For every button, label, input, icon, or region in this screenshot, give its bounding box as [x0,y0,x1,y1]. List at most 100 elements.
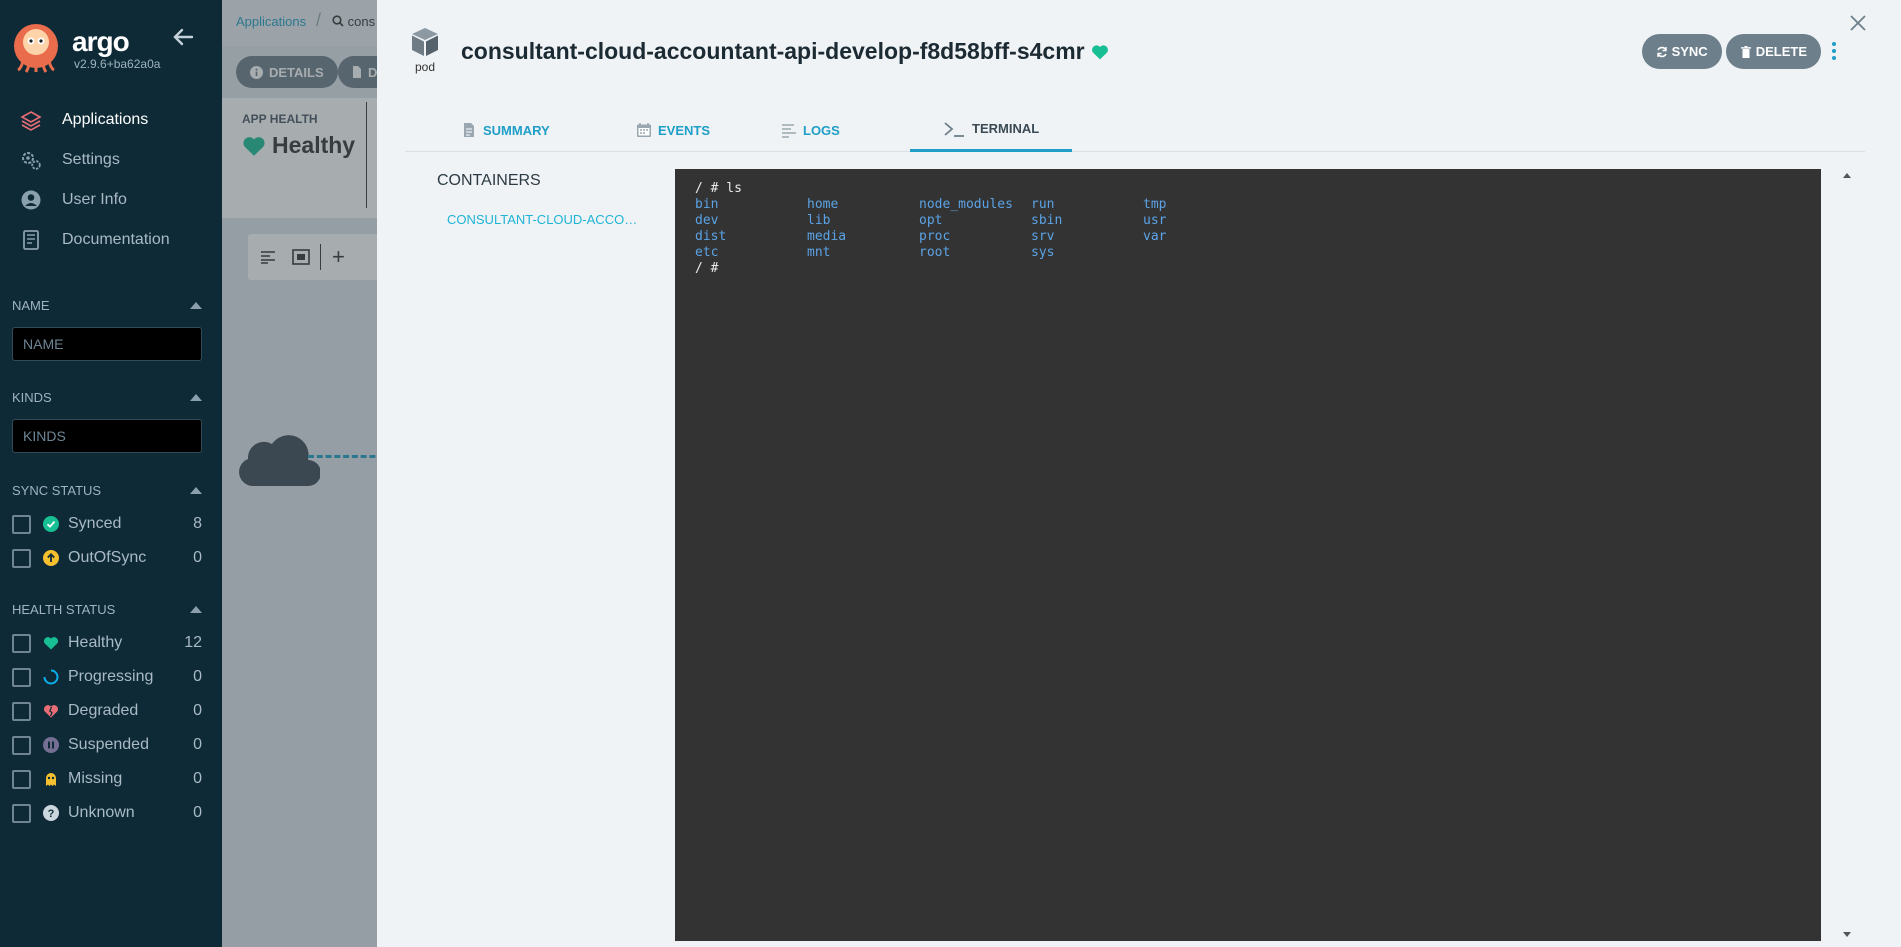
terminal-entry: bin [695,197,719,212]
file-icon [464,123,474,137]
calendar-icon [637,123,651,137]
name-input[interactable] [12,327,202,361]
caret-up-icon[interactable] [190,486,202,494]
sync-status-title: SYNC STATUS [12,482,102,498]
sync-label: SYNC [1671,44,1708,59]
sync-status-filter: SYNC STATUS Synced 8 OutOfSync 0 [12,481,202,575]
checkbox[interactable] [12,803,31,823]
sidebar-item-user-info[interactable]: User Info [0,180,222,220]
scroll-down-icon[interactable] [1843,932,1851,937]
sidebar-item-applications[interactable]: Applications [0,100,222,140]
sidebar-item-label: Documentation [62,231,170,248]
terminal-entry: node_modules [919,197,1013,212]
filter-option-degraded[interactable]: Degraded 0 [12,694,202,728]
resource-details-panel: pod consultant-cloud-accountant-api-deve… [377,0,1901,947]
kinds-filter-title: KINDS [12,389,52,405]
caret-up-icon[interactable] [190,605,202,613]
filter-option-label: OutOfSync [68,549,147,566]
caret-up-icon[interactable] [190,393,202,401]
tab-label: EVENTS [658,122,711,138]
terminal-scrollbar[interactable] [1841,169,1853,941]
filter-option-outofsync[interactable]: OutOfSync 0 [12,541,202,575]
more-options-icon[interactable] [1831,42,1837,62]
filter-option-label: Unknown [68,804,135,821]
tab-terminal[interactable]: TERMINAL [910,108,1072,152]
tab-logs[interactable]: LOGS [781,108,840,152]
question-circle-icon: ? [43,805,59,821]
terminal-entry: usr [1143,213,1167,228]
tab-label: LOGS [803,122,840,138]
container-link[interactable]: CONSULTANT-CLOUD-ACCOUNTANT-API [447,212,639,227]
pause-circle-icon [43,737,59,753]
sync-button[interactable]: SYNC [1641,34,1722,69]
filter-option-count: 0 [193,736,202,753]
resource-tabs: SUMMARY EVENTS LOGS TERMINAL [405,108,1865,152]
resource-name: consultant-cloud-accountant-api-develop-… [461,38,1085,64]
trash-icon [1740,45,1751,58]
scroll-up-icon[interactable] [1843,173,1851,178]
sidebar-item-settings[interactable]: Settings [0,140,222,180]
filter-option-label: Degraded [68,702,139,719]
checkbox[interactable] [12,701,31,721]
delete-button[interactable]: DELETE [1725,34,1821,69]
checkbox[interactable] [12,667,31,687]
filter-option-healthy[interactable]: Healthy 12 [12,626,202,660]
terminal-entry: dist [695,229,727,244]
terminal-entry: media [807,229,847,244]
sidebar-item-label: Applications [62,111,149,128]
filter-option-synced[interactable]: Synced 8 [12,507,202,541]
terminal-command-line: / # ls [695,181,742,196]
sidebar-item-documentation[interactable]: Documentation [0,220,222,260]
heart-icon [43,637,59,650]
book-icon [23,230,39,250]
kinds-input[interactable] [12,419,202,453]
terminal-entry: home [807,197,839,212]
sidebar-item-label: Settings [62,151,120,168]
argo-octopus-icon [14,24,58,73]
terminal-entry: tmp [1143,197,1167,212]
containers-title: CONTAINERS [437,172,541,189]
checkbox[interactable] [12,735,31,755]
ghost-icon [46,773,56,786]
terminal-entry [1143,245,1255,261]
filter-option-progressing[interactable]: Progressing 0 [12,660,202,694]
checkbox[interactable] [12,548,31,568]
caret-up-icon[interactable] [190,301,202,309]
terminal-ls-output: bin home node_modules run tmp dev lib op… [695,197,1801,261]
filter-option-missing[interactable]: Missing 0 [12,762,202,796]
checkbox[interactable] [12,769,31,789]
terminal-entry: mnt [807,245,831,260]
close-icon[interactable] [1849,14,1867,32]
layers-icon [20,111,42,131]
tab-summary[interactable]: SUMMARY [461,108,550,152]
sidebar-item-label: User Info [62,191,127,208]
broken-heart-icon [43,705,59,718]
lines-icon [782,124,796,138]
terminal-icon [944,121,964,137]
user-circle-icon [21,190,41,210]
arrow-left-icon[interactable] [172,26,194,48]
filter-option-count: 0 [193,702,202,719]
filter-option-label: Suspended [68,736,149,753]
terminal-entry: srv [1031,229,1055,244]
terminal-window[interactable]: / # ls bin home node_modules run tmp dev… [675,169,1821,941]
resource-kind-label: pod [414,60,436,74]
filter-option-count: 0 [193,668,202,685]
filter-option-suspended[interactable]: Suspended 0 [12,728,202,762]
arrow-up-circle-icon [43,550,59,566]
resource-title: consultant-cloud-accountant-api-develop-… [461,38,1109,65]
checkbox[interactable] [12,514,31,534]
filter-option-label: Healthy [68,634,123,651]
version-label: v2.9.6+ba62a0a [74,57,161,71]
name-filter-title: NAME [12,297,50,313]
cube-icon [412,28,438,56]
terminal-entry: sbin [1031,213,1063,228]
filter-option-label: Progressing [68,668,154,685]
tab-events[interactable]: EVENTS [636,108,710,152]
filter-option-unknown[interactable]: ? Unknown 0 [12,796,202,830]
svg-text:?: ? [48,808,55,820]
gears-icon [22,152,41,170]
spinner-icon [43,669,59,685]
checkbox[interactable] [12,633,31,653]
terminal-entry: etc [695,245,719,260]
